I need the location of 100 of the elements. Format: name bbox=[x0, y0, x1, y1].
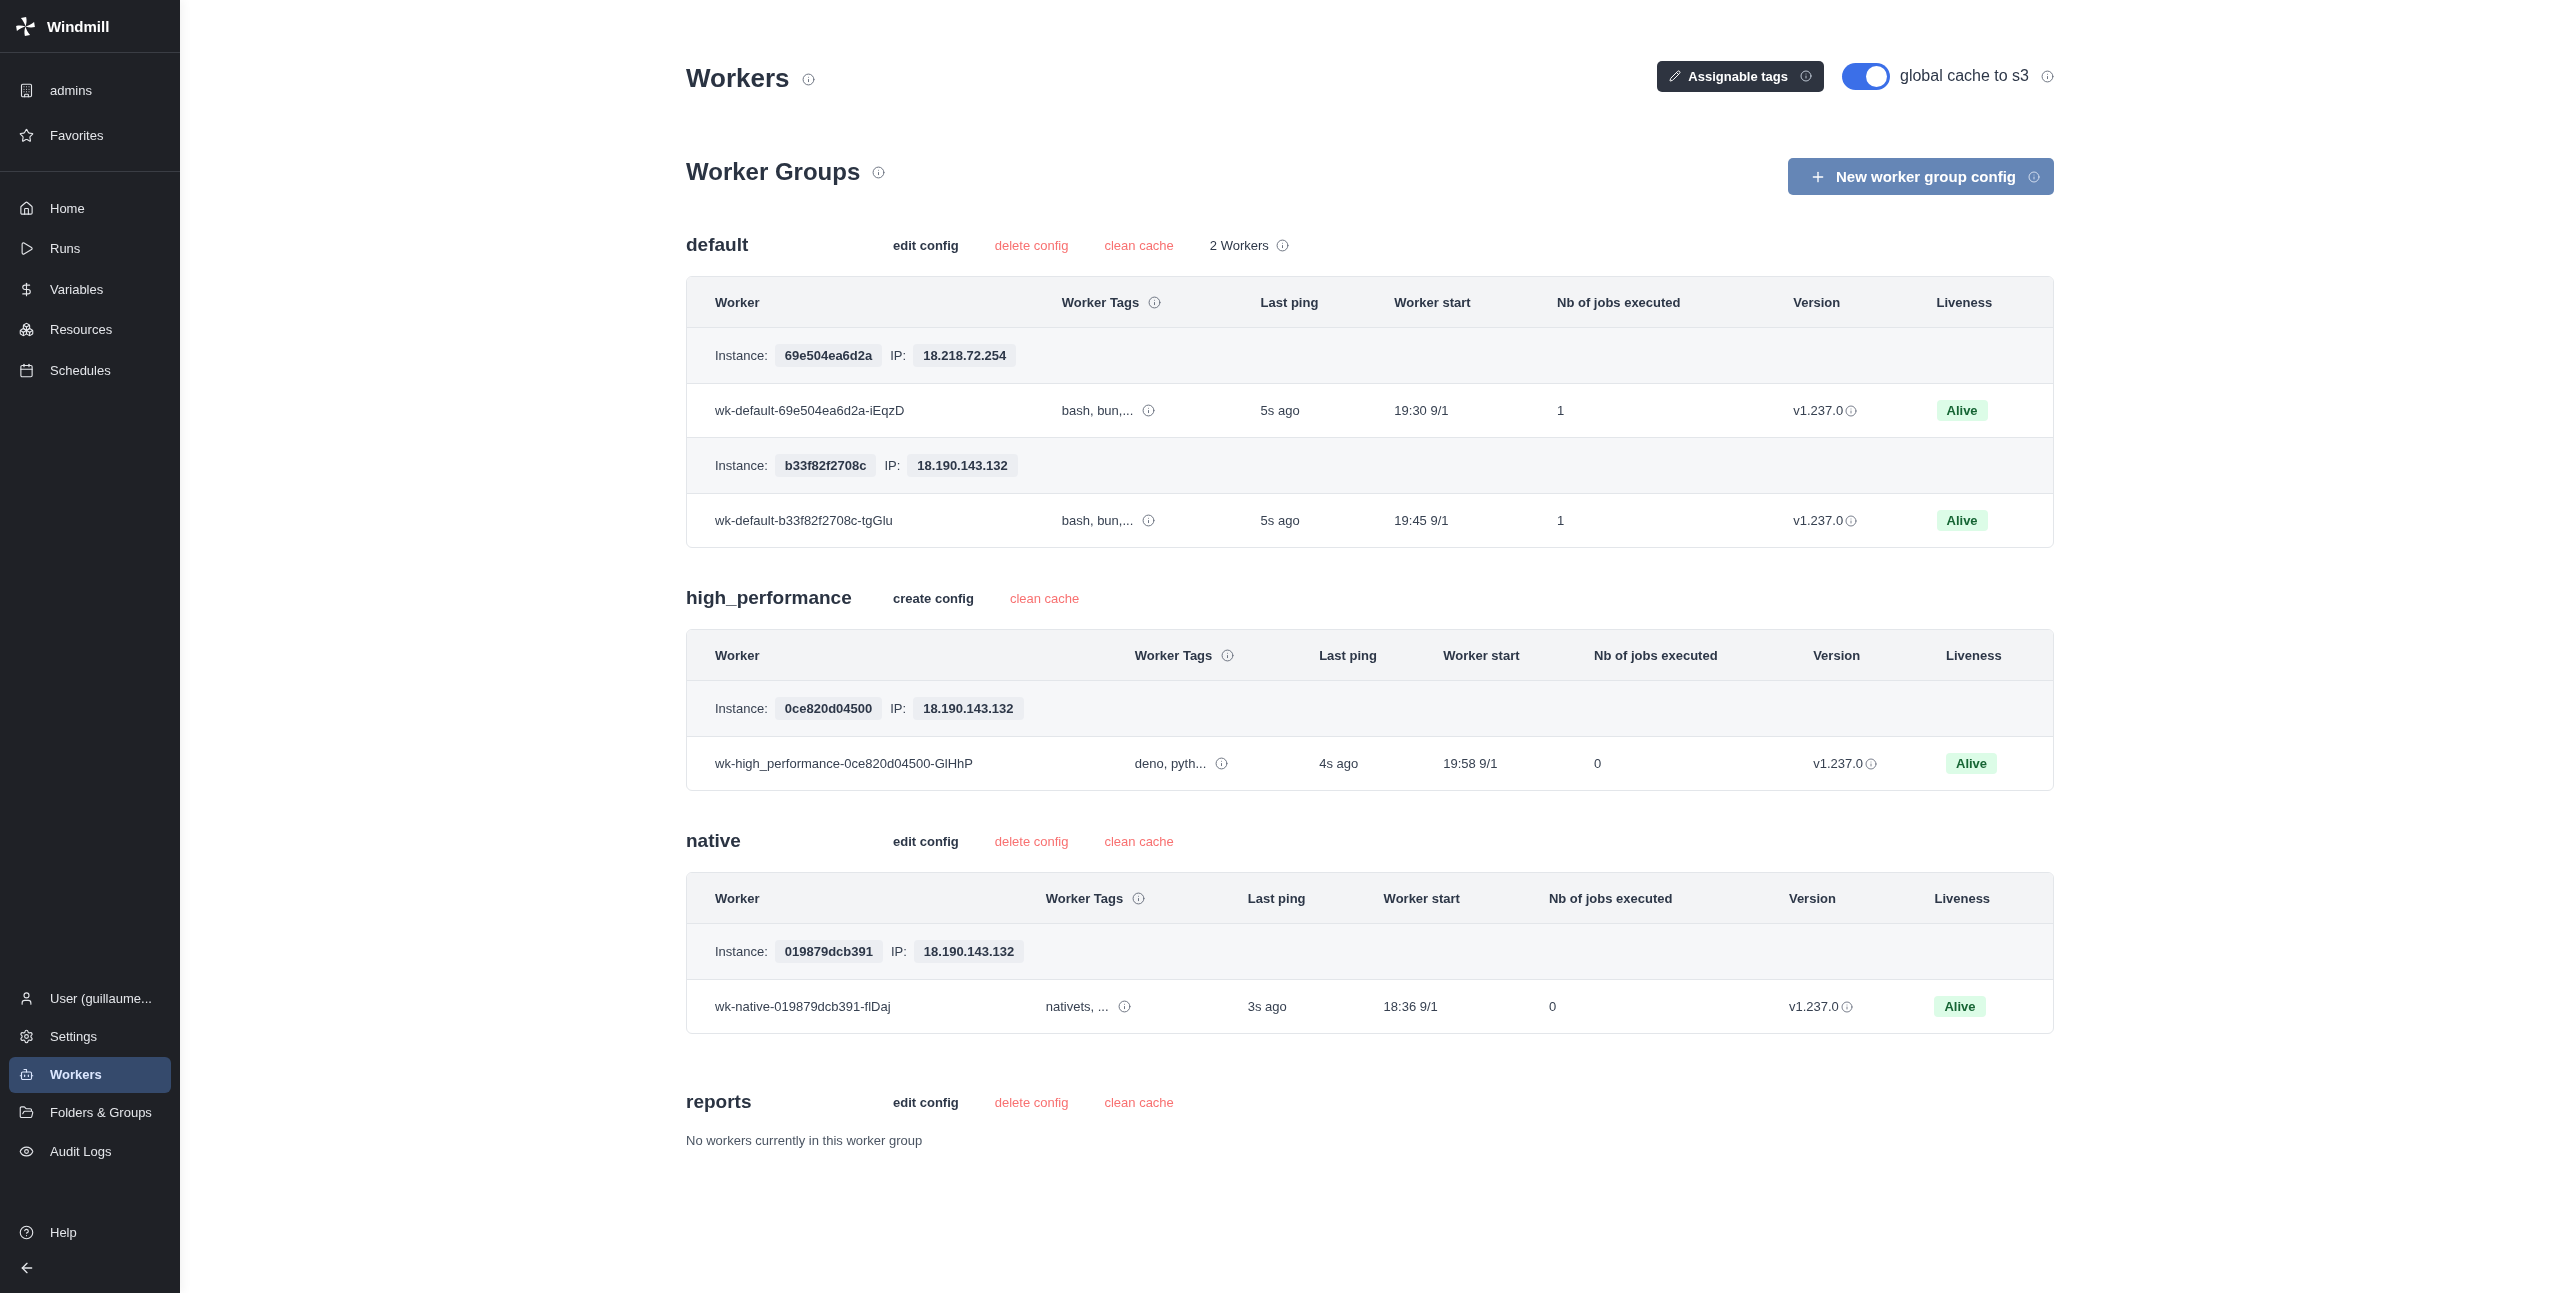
pencil-icon bbox=[1669, 70, 1682, 82]
sidebar-item[interactable]: admins bbox=[9, 72, 171, 108]
section-title: Worker Groups bbox=[686, 158, 861, 187]
column-header: Nb of jobs executed bbox=[1548, 890, 1673, 906]
sidebar-item[interactable]: Folders & Groups bbox=[9, 1094, 171, 1131]
column-header: Worker Tags bbox=[1134, 647, 1213, 663]
worker-start-time: 19:58 9/1 bbox=[1443, 756, 1498, 771]
info-icon bbox=[1148, 295, 1162, 309]
instance-id-chip: 019879dcb391 bbox=[774, 940, 883, 963]
version-text: v1.237.0 bbox=[1788, 999, 1839, 1014]
info-icon bbox=[1132, 891, 1146, 905]
sidebar-item[interactable]: Help bbox=[9, 1214, 171, 1250]
last-ping: 5s ago bbox=[1260, 403, 1300, 418]
version-text: v1.237.0 bbox=[1793, 513, 1844, 528]
worker-name: wk-high_performance-0ce820d04500-GlHhP bbox=[715, 756, 973, 771]
info-icon bbox=[1840, 1000, 1853, 1013]
instance-id-chip: 69e504ea6d2a bbox=[774, 344, 883, 367]
sidebar-item[interactable]: Audit Logs bbox=[9, 1133, 171, 1169]
global-cache-toggle[interactable] bbox=[1842, 62, 1890, 90]
assignable-tags-button[interactable]: Assignable tags bbox=[1657, 60, 1824, 92]
page-title: Workers bbox=[686, 63, 790, 95]
new-worker-group-config-button[interactable]: New worker group config bbox=[1788, 158, 2054, 195]
group-action-button[interactable]: create config bbox=[881, 586, 986, 610]
last-ping: 3s ago bbox=[1247, 999, 1287, 1014]
column-header: Worker Tags bbox=[1045, 890, 1124, 906]
worker-start-time: 19:45 9/1 bbox=[1394, 513, 1449, 528]
column-header: Liveness bbox=[1934, 890, 1991, 906]
group-action-button[interactable]: edit config bbox=[881, 1090, 971, 1114]
info-icon bbox=[1800, 70, 1812, 82]
worker-tags: bash, bun,... bbox=[1061, 513, 1134, 528]
worker-name: wk-default-69e504ea6d2a-iEqzD bbox=[715, 403, 905, 418]
jobs-count: 1 bbox=[1557, 403, 1565, 418]
star-icon bbox=[19, 127, 34, 143]
ip-address-chip: 18.190.143.132 bbox=[913, 940, 1025, 963]
building-icon bbox=[19, 82, 34, 98]
play-icon bbox=[19, 241, 34, 256]
liveness-badge: Alive bbox=[1936, 510, 1988, 531]
worker-name: wk-native-019879dcb391-flDaj bbox=[715, 999, 891, 1014]
group-action-button[interactable]: edit config bbox=[881, 233, 971, 257]
column-header: Nb of jobs executed bbox=[1557, 294, 1681, 310]
instance-label: Instance: bbox=[715, 458, 768, 473]
liveness-badge: Alive bbox=[1936, 400, 1988, 421]
info-icon bbox=[2041, 69, 2054, 83]
info-icon bbox=[1221, 648, 1235, 662]
ip-address-chip: 18.190.143.132 bbox=[913, 697, 1024, 720]
last-ping: 5s ago bbox=[1260, 513, 1300, 528]
sidebar-item[interactable]: Home bbox=[9, 190, 171, 226]
column-header: Worker start bbox=[1383, 890, 1460, 906]
version-text: v1.237.0 bbox=[1813, 756, 1864, 771]
sidebar-item[interactable]: Favorites bbox=[9, 117, 171, 153]
column-header: Worker Tags bbox=[1061, 294, 1140, 310]
group-action-button[interactable]: edit config bbox=[881, 829, 971, 853]
liveness-badge: Alive bbox=[1934, 996, 1986, 1017]
worker-start-time: 18:36 9/1 bbox=[1383, 999, 1438, 1014]
help-icon bbox=[19, 1224, 34, 1240]
instance-label: Instance: bbox=[715, 944, 768, 959]
dollar-icon bbox=[19, 281, 34, 297]
column-header: Last ping bbox=[1247, 890, 1306, 906]
sidebar-item[interactable]: Variables bbox=[9, 271, 171, 307]
group-name: reports bbox=[686, 1091, 753, 1113]
info-icon bbox=[1865, 757, 1878, 770]
info-icon bbox=[1845, 514, 1858, 527]
info-icon bbox=[1275, 238, 1289, 252]
instance-label: Instance: bbox=[715, 701, 768, 716]
column-header: Worker bbox=[715, 647, 760, 663]
column-header: Worker bbox=[715, 294, 760, 310]
column-header: Worker bbox=[715, 890, 760, 906]
ip-label: IP: bbox=[890, 701, 907, 716]
info-icon bbox=[872, 166, 886, 179]
sidebar-item[interactable]: User (guillaume... bbox=[9, 980, 171, 1016]
worker-name: wk-default-b33f82f2708c-tgGlu bbox=[715, 513, 893, 528]
column-header: Liveness bbox=[1936, 294, 1993, 310]
group-name: default bbox=[686, 234, 750, 256]
sidebar-item[interactable]: Settings bbox=[9, 1018, 171, 1055]
liveness-badge: Alive bbox=[1946, 753, 1998, 774]
worker-tags: deno, pyth... bbox=[1134, 756, 1207, 771]
worker-tags: bash, bun,... bbox=[1061, 403, 1134, 418]
jobs-count: 0 bbox=[1548, 999, 1557, 1014]
eye-icon bbox=[19, 1143, 34, 1159]
home-icon bbox=[19, 200, 34, 216]
ip-address-chip: 18.218.72.254 bbox=[913, 344, 1017, 367]
sidebar-item[interactable]: Runs bbox=[9, 230, 171, 267]
pinwheel-logo-icon bbox=[16, 16, 35, 36]
worker-count: 2 Workers bbox=[1209, 237, 1269, 253]
folder-icon bbox=[19, 1105, 34, 1121]
info-icon bbox=[2028, 170, 2040, 183]
instance-id-chip: 0ce820d04500 bbox=[774, 697, 883, 720]
last-ping: 4s ago bbox=[1319, 756, 1359, 771]
column-header: Last ping bbox=[1260, 294, 1319, 310]
ip-label: IP: bbox=[890, 348, 907, 363]
info-icon bbox=[1845, 404, 1858, 417]
info-icon bbox=[1142, 404, 1156, 417]
jobs-count: 1 bbox=[1557, 513, 1565, 528]
empty-message: No workers currently in this worker group bbox=[686, 1133, 924, 1148]
ip-label: IP: bbox=[890, 944, 907, 959]
sidebar-item[interactable]: Schedules bbox=[9, 352, 171, 388]
group-name: native bbox=[686, 830, 742, 852]
ip-address-chip: 18.190.143.132 bbox=[907, 454, 1018, 477]
sidebar-item[interactable]: Resources bbox=[9, 311, 171, 348]
sidebar-item[interactable]: Workers bbox=[9, 1056, 171, 1093]
